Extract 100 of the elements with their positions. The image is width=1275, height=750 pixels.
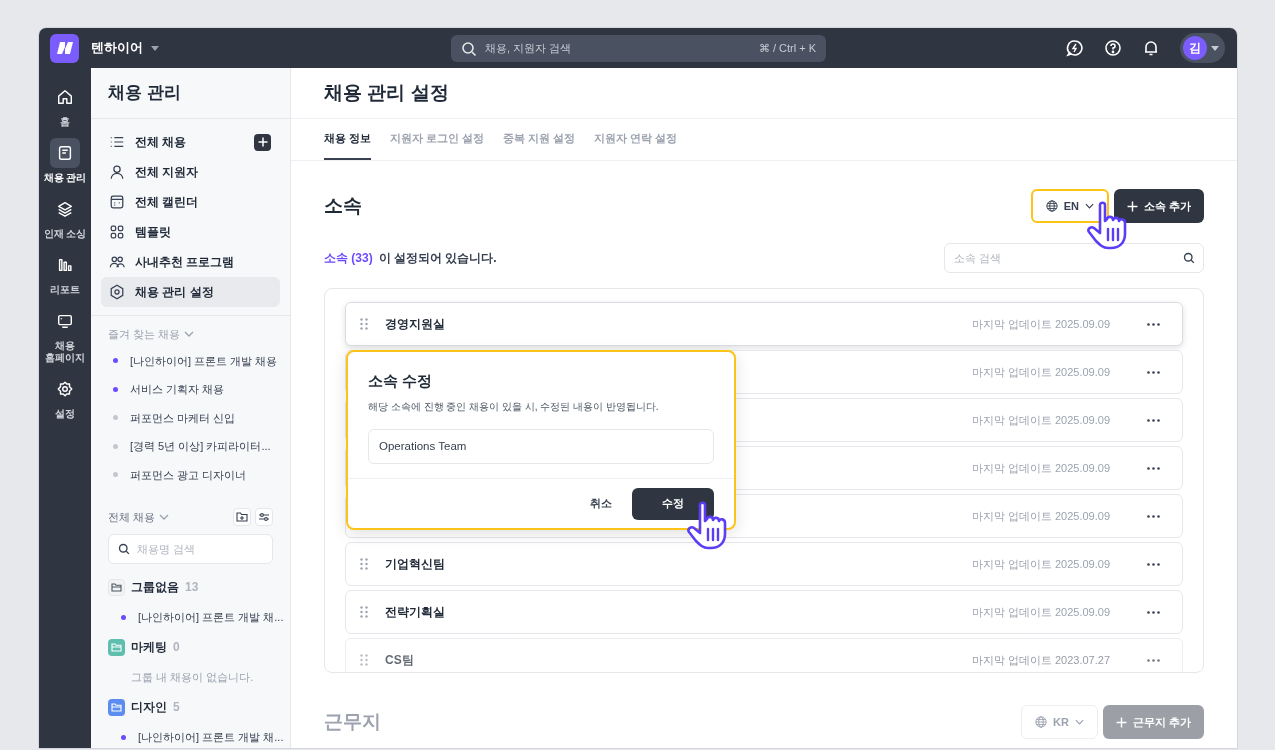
globe-icon — [1035, 716, 1048, 728]
group-name[interactable]: 디자인 — [131, 698, 167, 716]
language-dropdown[interactable]: EN — [1030, 189, 1109, 223]
avatar: 김 — [1183, 36, 1207, 60]
sidebar-nav-item[interactable]: 사내추천 프로그램 — [101, 247, 280, 277]
chevron-down-icon — [184, 331, 195, 338]
list-row[interactable]: 기업혁신팀 마지막 업데이트 2025.09.09 — [345, 542, 1183, 586]
section-heading: 소속 — [324, 193, 362, 218]
tab[interactable]: 채용 정보 — [324, 119, 372, 160]
calendar-icon — [109, 194, 125, 210]
drag-handle-icon[interactable] — [360, 318, 368, 330]
favorite-job-link[interactable]: 퍼포먼스 광고 디자이너 — [130, 466, 247, 483]
more-icon[interactable] — [1147, 514, 1160, 518]
globe-icon — [1045, 200, 1058, 212]
drag-handle-icon[interactable] — [360, 654, 368, 666]
list-row[interactable]: 전략기획실 마지막 업데이트 2025.09.09 — [345, 590, 1183, 634]
job-link[interactable]: [나인하이어] 프론트 개발 채... — [138, 728, 284, 746]
favorite-job-link[interactable]: 서비스 기획자 채용 — [130, 381, 225, 398]
sidebar-nav-item[interactable]: 전체 캘린더 — [101, 187, 280, 217]
caret-icon — [1211, 45, 1219, 51]
sidebar-nav-item[interactable]: 전체 지원자 — [101, 157, 280, 187]
group-name[interactable]: 그룹없음 — [131, 578, 179, 596]
caret-icon — [151, 45, 159, 51]
rail-item[interactable]: 채용 관리 — [39, 138, 91, 184]
more-icon[interactable] — [1147, 610, 1160, 614]
logo-icon[interactable] — [50, 33, 79, 63]
company-selector[interactable]: 텐하이어 — [91, 38, 159, 58]
section-title[interactable]: 전체 채용 — [108, 508, 156, 526]
add-folder-button[interactable] — [233, 508, 251, 526]
department-name: CS팀 — [385, 652, 414, 669]
count-summary: 소속 (33) 이 설정되어 있습니다. — [324, 250, 497, 267]
gear-icon — [56, 380, 74, 398]
rail-item[interactable]: 채용 홈페이지 — [39, 306, 91, 364]
chevron-down-icon — [1084, 203, 1094, 209]
people-icon — [109, 254, 125, 270]
updated-date: 마지막 업데이트 2025.09.09 — [971, 508, 1110, 524]
rail-item[interactable]: 설정 — [39, 374, 91, 420]
plus-icon — [1115, 716, 1127, 728]
account-menu[interactable]: 김 — [1180, 33, 1225, 63]
folder-plus-icon — [236, 512, 248, 522]
search-icon — [1183, 252, 1195, 264]
updated-date: 마지막 업데이트 2025.09.09 — [971, 412, 1110, 428]
job-search-field[interactable]: 채용명 검색 — [108, 534, 273, 564]
sliders-icon — [258, 512, 270, 522]
department-name: 경영지원실 — [385, 316, 445, 333]
document-icon — [56, 144, 74, 162]
favorite-job-link[interactable]: [경력 5년 이상] 카피라이터... — [130, 438, 271, 455]
updated-date: 마지막 업데이트 2023.07.27 — [971, 652, 1110, 668]
dialog-title: 소속 수정 — [368, 371, 434, 391]
chevron-down-icon — [159, 514, 170, 520]
updated-date: 마지막 업데이트 2025.09.09 — [971, 556, 1110, 572]
sidebar-nav-item[interactable]: 채용 관리 설정 — [101, 277, 280, 307]
filter-button[interactable] — [255, 508, 273, 526]
rail-item[interactable]: 홈 — [39, 82, 91, 128]
grid-icon — [109, 224, 125, 240]
rail-item[interactable]: 리포트 — [39, 250, 91, 296]
more-icon[interactable] — [1147, 466, 1160, 470]
sidebar-nav-item[interactable]: 전체 채용 — [101, 127, 280, 157]
favorite-job-link[interactable]: [나인하이어] 프론트 개발 채용 — [130, 352, 278, 369]
drag-handle-icon[interactable] — [360, 606, 368, 618]
name-input-field[interactable]: Operations Team — [368, 428, 714, 464]
department-name: 기업혁신팀 — [385, 556, 445, 573]
confirm-button[interactable]: 수정 — [632, 487, 714, 520]
group-count: 0 — [173, 639, 180, 656]
section-heading: 근무지 — [324, 709, 381, 734]
group-count: 13 — [185, 579, 199, 596]
list-row[interactable]: CS팀 마지막 업데이트 2023.07.27 — [345, 638, 1183, 672]
list-row[interactable]: 경영지원실 마지막 업데이트 2025.09.09 — [345, 302, 1183, 346]
search-field[interactable]: 소속 검색 — [944, 243, 1204, 273]
updated-date: 마지막 업데이트 2025.09.09 — [971, 604, 1110, 620]
search-icon — [118, 543, 130, 555]
more-icon[interactable] — [1147, 658, 1160, 662]
department-name: 전략기획실 — [385, 604, 445, 621]
drag-handle-icon[interactable] — [360, 558, 368, 570]
job-link[interactable]: [나인하이어] 프론트 개발 채... — [138, 608, 284, 626]
plus-icon — [1126, 200, 1138, 212]
sidebar-nav-item[interactable]: 템플릿 — [101, 217, 280, 247]
more-icon[interactable] — [1147, 370, 1160, 374]
hexagon-icon — [109, 284, 125, 300]
more-icon[interactable] — [1147, 322, 1160, 326]
list-icon — [109, 134, 125, 150]
search-icon — [461, 40, 477, 57]
more-icon[interactable] — [1147, 418, 1160, 422]
help-icon[interactable] — [1104, 39, 1122, 57]
chat-icon[interactable] — [1066, 39, 1084, 57]
updated-date: 마지막 업데이트 2025.09.09 — [971, 364, 1110, 380]
add-button[interactable] — [254, 133, 271, 151]
rail-item[interactable]: 인재 소싱 — [39, 194, 91, 240]
count-link[interactable]: 소속 (33) — [324, 251, 373, 265]
group-count: 5 — [173, 699, 180, 716]
sidebar-title: 채용 관리 — [91, 68, 290, 119]
bell-icon[interactable] — [1142, 39, 1160, 57]
dialog-description: 해당 소속에 진행 중인 채용이 있을 시, 수정된 내용이 반영됩니다. — [368, 399, 660, 414]
page-title: 채용 관리 설정 — [291, 68, 1237, 119]
empty-message: 그룹 내 채용이 없습니다. — [131, 669, 254, 685]
layers-icon — [56, 200, 74, 218]
group-name[interactable]: 마케팅 — [131, 638, 167, 656]
add-button[interactable]: 소속 추가 — [1113, 189, 1204, 223]
more-icon[interactable] — [1147, 562, 1160, 566]
favorite-job-link[interactable]: 퍼포먼스 마케터 신입 — [130, 409, 236, 426]
